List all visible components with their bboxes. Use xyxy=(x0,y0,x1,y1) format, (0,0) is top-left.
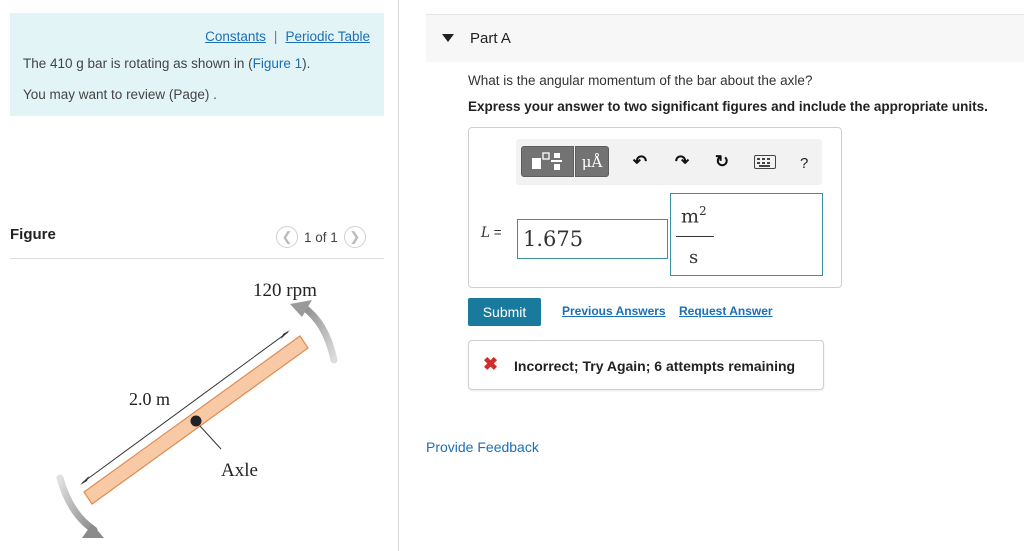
chevron-left-icon: ❮ xyxy=(281,229,293,244)
variable-label: L = xyxy=(481,225,502,241)
rotation-arrow-top xyxy=(298,302,338,364)
problem-statement-suffix: ). xyxy=(302,56,311,71)
axle-leader-line xyxy=(199,425,222,450)
feedback-text: Incorrect; Try Again; 6 attempts remaini… xyxy=(514,358,796,374)
value-input[interactable]: 1.675 xyxy=(517,219,668,259)
problem-intro: Constants | Periodic Table The 410 g bar i… xyxy=(10,13,384,116)
request-answer-link[interactable]: Request Answer xyxy=(679,304,773,318)
pager-count: 1 of 1 xyxy=(304,229,338,245)
part-header[interactable]: Part A xyxy=(426,14,1024,62)
prev-figure-button[interactable]: ❮ xyxy=(276,226,298,248)
unit-exponent: 2 xyxy=(699,204,707,218)
next-figure-button[interactable]: ❯ xyxy=(343,226,366,248)
templates-icon xyxy=(531,151,562,170)
help-button[interactable]: ? xyxy=(800,155,808,172)
instruction-text: Express your answer to two significant f… xyxy=(468,99,988,114)
previous-answers-link[interactable]: Previous Answers xyxy=(562,304,666,318)
resource-links: Constants | Periodic Table xyxy=(205,29,370,44)
undo-icon[interactable]: ↶ xyxy=(630,152,650,172)
error-x-icon: ✖ xyxy=(483,354,499,374)
variable-symbol: L xyxy=(481,225,490,241)
reset-icon[interactable]: ↻ xyxy=(712,152,732,172)
units-input[interactable]: m2 s xyxy=(670,193,823,276)
periodic-table-link[interactable]: Periodic Table xyxy=(285,29,370,44)
rpm-label: 120 rpm xyxy=(253,280,317,301)
question-text: What is the angular momentum of the bar … xyxy=(468,73,813,88)
left-panel: Constants | Periodic Table The 410 g bar i… xyxy=(0,0,398,551)
collapse-triangle-icon[interactable] xyxy=(442,34,454,42)
answer-box: μÅ ↶ ↷ ↻ ? L = 1.675 m2 s xyxy=(468,127,842,288)
submit-button[interactable]: Submit xyxy=(468,298,541,326)
unit-denominator: s xyxy=(689,247,699,268)
review-hint: You may want to review (Page) . xyxy=(23,87,217,102)
figure-image: 120 rpm 2.0 m Axle xyxy=(56,280,338,538)
part-title: Part A xyxy=(470,30,511,47)
figure-divider xyxy=(10,258,384,259)
link-separator: | xyxy=(273,29,278,44)
unit-numerator: m2 xyxy=(681,204,707,227)
feedback-message: ✖ Incorrect; Try Again; 6 attempts remai… xyxy=(468,340,824,390)
math-toolbar: μÅ ↶ ↷ ↻ ? xyxy=(516,139,822,185)
length-arrowhead-upper xyxy=(281,330,290,339)
length-arrowhead-lower xyxy=(80,476,89,485)
panel-divider xyxy=(398,0,399,551)
provide-feedback-link[interactable]: Provide Feedback xyxy=(426,439,539,455)
length-label: 2.0 m xyxy=(129,389,170,409)
equals-sign: = xyxy=(489,225,502,240)
unit-fraction-bar xyxy=(676,236,714,237)
problem-statement: The 410 g bar is rotating as shown in (F… xyxy=(23,56,310,71)
templates-button[interactable] xyxy=(521,146,574,177)
figure-heading: Figure xyxy=(10,226,56,243)
figure-link[interactable]: Figure 1 xyxy=(253,56,303,71)
chevron-right-icon: ❯ xyxy=(349,229,361,244)
constants-link[interactable]: Constants xyxy=(205,29,266,44)
problem-statement-text: The 410 g bar is rotating as shown in ( xyxy=(23,56,253,71)
unit-numerator-base: m xyxy=(681,205,700,228)
redo-icon[interactable]: ↷ xyxy=(672,152,692,172)
axle-label: Axle xyxy=(221,460,258,481)
figure-pager: ❮ 1 of 1 ❯ xyxy=(276,226,366,248)
keyboard-icon[interactable] xyxy=(754,155,776,169)
axle-pivot xyxy=(190,415,202,427)
units-button[interactable]: μÅ xyxy=(575,146,609,177)
rotation-arrow-bottom xyxy=(56,474,98,534)
